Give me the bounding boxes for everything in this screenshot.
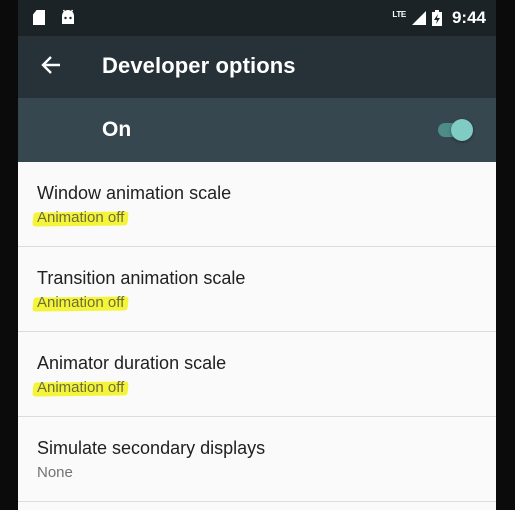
setting-summary: Animation off [37,379,124,396]
setting-title: Animator duration scale [37,353,227,373]
back-button[interactable] [36,50,66,80]
setting-summary-text: Animation off [37,294,125,311]
setting-animator-duration-scale[interactable]: Animator duration scale Animation off [18,332,496,417]
setting-window-animation-scale[interactable]: Window animation scale Animation off [18,162,496,247]
signal-icon [411,11,426,25]
master-switch-bar[interactable]: On [18,98,496,162]
setting-summary-text: Animation off [37,379,125,396]
status-indicators: LTE 9:44 [392,0,486,36]
setting-summary-text: Animation off [37,209,125,226]
app-bar: Developer options [18,36,496,98]
setting-summary: Animation off [37,209,124,226]
setting-transition-animation-scale[interactable]: Transition animation scale Animation off [18,247,496,332]
device-bezel-left [0,0,18,510]
network-type: LTE [392,9,406,19]
developer-options-toggle[interactable] [438,119,474,141]
sd-card-icon [33,10,45,25]
setting-summary: None [37,464,73,481]
device-bezel-right [496,0,515,510]
arrow-back-icon [41,56,60,74]
setting-simulate-secondary-displays[interactable]: Simulate secondary displays None [18,417,496,502]
status-bar: LTE 9:44 [18,0,496,36]
phone-screen: LTE 9:44 Developer options On Window ani… [18,0,496,510]
toggle-thumb [451,119,473,141]
battery-charging-icon [431,10,442,26]
android-icon [62,9,74,24]
setting-title: Transition animation scale [37,268,246,288]
page-title: Developer options [102,53,296,78]
setting-title: Simulate secondary displays [37,438,266,458]
setting-title: Window animation scale [37,183,232,203]
setting-summary: Animation off [37,294,124,311]
settings-list: Window animation scale Animation off Tra… [18,162,496,502]
master-switch-label: On [102,118,132,141]
status-clock: 9:44 [451,8,486,27]
